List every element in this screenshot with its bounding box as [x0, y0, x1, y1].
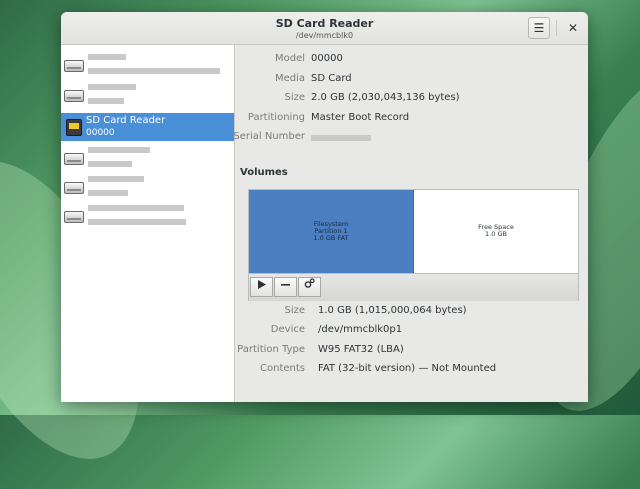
- drive-list-item-sd-card-reader[interactable]: SD Card Reader 00000: [61, 113, 234, 141]
- drive-list-item[interactable]: [61, 144, 234, 172]
- volumes-map: Filesystem Partition 1 1.0 GB FAT Free S…: [248, 189, 579, 301]
- partition-options-button[interactable]: [298, 277, 321, 297]
- drive-list-sidebar: SD Card Reader 00000: [61, 45, 235, 402]
- serial-row: Serial Number: [233, 131, 588, 145]
- redacted-text: [88, 147, 150, 153]
- disks-window: SD Card Reader /dev/mmcblk0 ☰ ✕ SD Card …: [61, 12, 588, 402]
- media-label: Media: [274, 73, 305, 84]
- model-row: Model 00000: [235, 53, 588, 67]
- redacted-text: [88, 98, 124, 104]
- contents-row: Contents FAT (32-bit version) — Not Moun…: [235, 363, 588, 377]
- size-value: 2.0 GB (2,030,043,136 bytes): [311, 92, 460, 103]
- partitioning-row: Partitioning Master Boot Record: [235, 112, 588, 126]
- redacted-text: [88, 190, 128, 196]
- hard-drive-icon: [64, 153, 84, 165]
- redacted-text: [88, 176, 144, 182]
- volume-size-value: 1.0 GB (1,015,000,064 bytes): [318, 305, 467, 316]
- volume-size-row: Size 1.0 GB (1,015,000,064 bytes): [235, 305, 588, 319]
- drive-serial: 00000: [86, 128, 115, 138]
- play-icon: [257, 280, 266, 289]
- partition-type-label: Partition Type: [237, 344, 305, 355]
- redacted-text: [88, 161, 132, 167]
- hamburger-menu-icon[interactable]: ☰: [528, 17, 550, 39]
- drive-details-panel: Model 00000 Media SD Card Size 2.0 GB (2…: [233, 45, 588, 402]
- gears-icon: [304, 278, 315, 288]
- volume-device-label: Device: [270, 324, 305, 335]
- media-value: SD Card: [311, 73, 352, 84]
- hard-drive-icon: [64, 90, 84, 102]
- drive-list-item[interactable]: [61, 81, 234, 109]
- drive-list-item[interactable]: [61, 202, 234, 230]
- free-space-size: 1.0 GB: [485, 230, 507, 238]
- redacted-text: [88, 84, 136, 90]
- drive-list-item[interactable]: [61, 173, 234, 201]
- delete-partition-button[interactable]: [274, 277, 297, 297]
- redacted-text: [88, 219, 186, 225]
- window-title: SD Card Reader: [275, 17, 374, 30]
- sd-card-icon: [66, 119, 82, 136]
- volume-size-label: Size: [284, 305, 305, 316]
- redacted-text: [88, 205, 184, 211]
- media-row: Media SD Card: [235, 73, 588, 87]
- redacted-text: [88, 68, 220, 74]
- close-icon[interactable]: ✕: [562, 17, 584, 39]
- partition-1-block[interactable]: Filesystem Partition 1 1.0 GB FAT: [249, 190, 414, 273]
- title-bar: SD Card Reader /dev/mmcblk0 ☰ ✕: [61, 12, 588, 45]
- redacted-text: [88, 54, 126, 60]
- free-space-block[interactable]: Free Space 1.0 GB: [414, 190, 578, 273]
- volume-toolbar: [249, 273, 578, 301]
- minus-icon: [281, 284, 290, 286]
- drive-name: SD Card Reader: [86, 115, 166, 126]
- contents-value: FAT (32-bit version) — Not Mounted: [318, 363, 497, 374]
- size-label: Size: [284, 92, 305, 103]
- redacted-serial: [311, 135, 371, 141]
- partition-type-value: W95 FAT32 (LBA): [318, 344, 404, 355]
- partition-type-row: Partition Type W95 FAT32 (LBA): [235, 344, 588, 358]
- partition-size-text: 1.0 GB FAT: [313, 234, 349, 242]
- volumes-heading: Volumes: [240, 167, 288, 178]
- size-row: Size 2.0 GB (2,030,043,136 bytes): [235, 92, 588, 106]
- mount-button[interactable]: [250, 277, 273, 297]
- window-subtitle: /dev/mmcblk0: [295, 31, 354, 40]
- hard-drive-icon: [64, 60, 84, 72]
- model-label: Model: [274, 53, 305, 64]
- header-separator: [556, 20, 557, 36]
- contents-label: Contents: [260, 363, 305, 374]
- volume-device-row: Device /dev/mmcblk0p1: [235, 324, 588, 338]
- hard-drive-icon: [64, 182, 84, 194]
- volume-device-value: /dev/mmcblk0p1: [318, 324, 403, 335]
- model-value: 00000: [311, 53, 343, 64]
- drive-list-item[interactable]: [61, 51, 234, 79]
- partitioning-value: Master Boot Record: [311, 112, 410, 123]
- hard-drive-icon: [64, 211, 84, 223]
- serial-label: Serial Number: [233, 131, 305, 142]
- partitioning-label: Partitioning: [247, 112, 305, 123]
